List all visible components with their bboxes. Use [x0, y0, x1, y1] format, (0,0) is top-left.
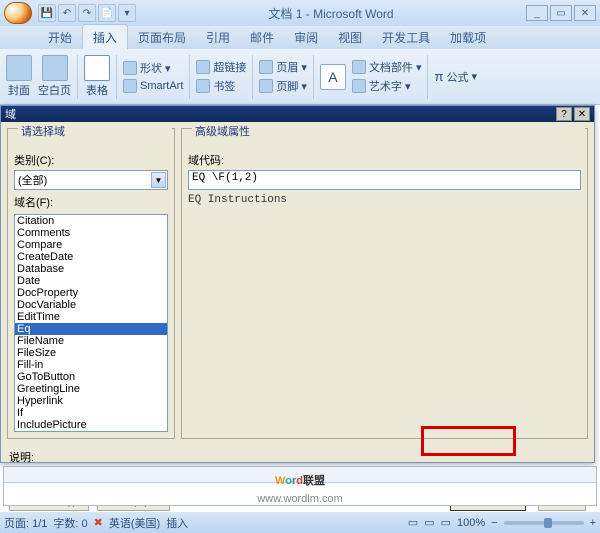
view-print-icon[interactable]: ▭ — [408, 516, 418, 529]
rb-textbox[interactable]: A — [320, 64, 346, 90]
rb-blank[interactable]: 空白页 — [38, 55, 71, 98]
desc-label: 说明: — [9, 452, 34, 464]
tab-references[interactable]: 引用 — [196, 25, 240, 49]
list-item[interactable]: FileSize — [15, 347, 167, 359]
category-combo[interactable]: (全部)▼ — [14, 170, 168, 190]
ribbon-tabs: 开始 插入 页面布局 引用 邮件 审阅 视图 开发工具 加载项 — [0, 26, 600, 49]
rb-header[interactable]: 页眉▾ — [259, 59, 307, 75]
tab-addins[interactable]: 加载项 — [440, 25, 496, 49]
list-item[interactable]: Citation — [15, 215, 167, 227]
field-instructions: EQ Instructions — [188, 194, 581, 206]
rb-hyperlink[interactable]: 超链接 — [196, 59, 246, 75]
list-item[interactable]: Hyperlink — [15, 395, 167, 407]
field-listbox[interactable]: CitationCommentsCompareCreateDateDatabas… — [14, 214, 168, 432]
tab-view[interactable]: 视图 — [328, 25, 372, 49]
qat-save[interactable]: 💾 — [38, 4, 56, 22]
list-item[interactable]: DocVariable — [15, 299, 167, 311]
office-button[interactable] — [4, 2, 32, 24]
zoom-in[interactable]: + — [590, 517, 596, 529]
tab-layout[interactable]: 页面布局 — [128, 25, 196, 49]
left-panel-title: 请选择域 — [18, 123, 172, 139]
close-button[interactable]: ✕ — [574, 5, 596, 21]
status-bar: 页面: 1/1 字数: 0 ✖ 英语(美国) 插入 ▭ ▭ ▭ 100% − + — [0, 512, 600, 533]
chevron-down-icon: ▼ — [151, 172, 166, 188]
list-item[interactable]: If — [15, 407, 167, 419]
list-item[interactable]: GoToButton — [15, 371, 167, 383]
status-zoom[interactable]: 100% — [457, 517, 485, 529]
tab-home[interactable]: 开始 — [38, 25, 82, 49]
quick-access-toolbar: 💾 ↶ ↷ 📄 ▾ — [38, 4, 136, 22]
fieldname-label: 域名(F): — [14, 194, 168, 210]
tab-dev[interactable]: 开发工具 — [372, 25, 440, 49]
rb-table[interactable]: 表格 — [84, 55, 110, 98]
zoom-out[interactable]: − — [491, 517, 497, 529]
list-item[interactable]: Eq — [15, 323, 167, 335]
status-page[interactable]: 页面: 1/1 — [4, 515, 47, 531]
rb-bookmark[interactable]: 书签 — [196, 78, 246, 94]
ribbon: 封面 空白页 表格 形状▾ SmartArt 超链接 书签 页眉▾ 页脚▾ A … — [0, 49, 600, 105]
ruler[interactable] — [4, 467, 596, 483]
rb-smartart[interactable]: SmartArt — [123, 79, 183, 93]
rb-shapes[interactable]: 形状▾ — [123, 60, 183, 76]
zoom-slider[interactable] — [504, 521, 584, 525]
document-area[interactable] — [3, 466, 597, 506]
list-item[interactable]: CreateDate — [15, 251, 167, 263]
qat-redo[interactable]: ↷ — [78, 4, 96, 22]
rb-wordart[interactable]: 艺术字▾ — [352, 78, 422, 94]
list-item[interactable]: Comments — [15, 227, 167, 239]
rb-footer[interactable]: 页脚▾ — [259, 78, 307, 94]
tab-mail[interactable]: 邮件 — [240, 25, 284, 49]
field-dialog: 域 ? ✕ 请选择域 类别(C): (全部)▼ 域名(F): CitationC… — [0, 105, 595, 463]
rb-equation[interactable]: π公式▾ — [434, 69, 477, 85]
qat-more[interactable]: ▾ — [118, 4, 136, 22]
list-item[interactable]: DocProperty — [15, 287, 167, 299]
list-item[interactable]: FileName — [15, 335, 167, 347]
list-item[interactable]: GreetingLine — [15, 383, 167, 395]
dialog-close[interactable]: ✕ — [574, 107, 590, 121]
status-lang[interactable]: 英语(美国) — [109, 515, 160, 531]
minimize-button[interactable]: _ — [526, 5, 548, 21]
rb-cover[interactable]: 封面 — [6, 55, 32, 98]
category-label: 类别(C): — [14, 152, 168, 168]
view-web-icon[interactable]: ▭ — [441, 516, 451, 529]
tab-review[interactable]: 审阅 — [284, 25, 328, 49]
qat-new[interactable]: 📄 — [98, 4, 116, 22]
field-code-input[interactable]: EQ \F(1,2) — [188, 170, 581, 190]
dialog-title: 域 — [5, 106, 16, 122]
maximize-button[interactable]: ▭ — [550, 5, 572, 21]
code-label: 域代码: — [188, 152, 581, 168]
view-read-icon[interactable]: ▭ — [424, 516, 434, 529]
qat-undo[interactable]: ↶ — [58, 4, 76, 22]
list-item[interactable]: Date — [15, 275, 167, 287]
list-item[interactable]: Database — [15, 263, 167, 275]
right-panel-title: 高级域属性 — [192, 123, 585, 139]
tab-insert[interactable]: 插入 — [82, 24, 128, 49]
list-item[interactable]: Fill-in — [15, 359, 167, 371]
dialog-help[interactable]: ? — [556, 107, 572, 121]
list-item[interactable]: EditTime — [15, 311, 167, 323]
rb-parts[interactable]: 文档部件▾ — [352, 59, 422, 75]
status-mode[interactable]: 插入 — [166, 515, 188, 531]
list-item[interactable]: IncludePicture — [15, 419, 167, 431]
status-words[interactable]: 字数: 0 — [53, 515, 87, 531]
list-item[interactable]: Compare — [15, 239, 167, 251]
window-title: 文档 1 - Microsoft Word — [136, 5, 526, 22]
